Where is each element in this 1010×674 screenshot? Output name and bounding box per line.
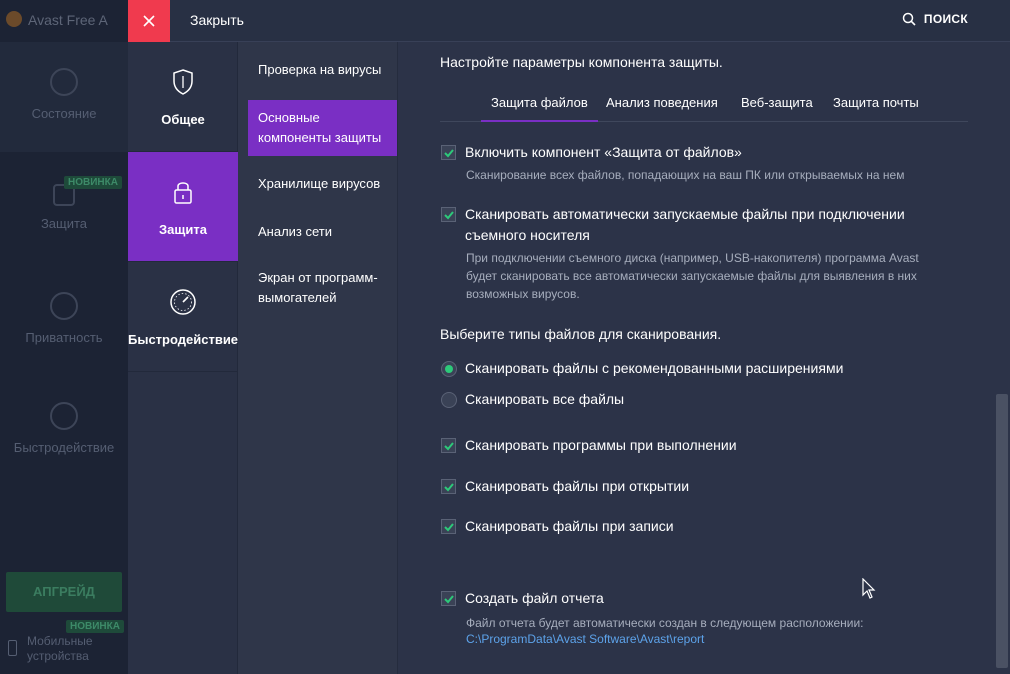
shield-tabs: Защита файлов Анализ поведения Веб-защит… bbox=[440, 86, 968, 122]
scan-autorun-checkbox[interactable] bbox=[441, 207, 456, 222]
search-label: ПОИСК bbox=[923, 12, 968, 26]
background-app-title: Avast Free A bbox=[28, 12, 108, 28]
background-sidebar: Avast Free A Состояние НОВИНКА Защита Пр… bbox=[0, 0, 128, 674]
mobile-new-badge: НОВИНКА bbox=[66, 620, 124, 633]
file-types-title: Выберите типы файлов для сканирования. bbox=[440, 326, 722, 342]
close-button[interactable] bbox=[128, 0, 170, 42]
subnav-virus-chest[interactable]: Хранилище вирусов bbox=[248, 174, 390, 194]
subnav-ransomware-shield[interactable]: Экран от программ- вымогателей bbox=[248, 268, 388, 308]
mouse-cursor-icon bbox=[862, 578, 876, 599]
scan-all-files-radio[interactable] bbox=[441, 392, 457, 408]
tab-behavior-shield[interactable]: Анализ поведения bbox=[606, 95, 718, 110]
category-general[interactable]: Общее bbox=[128, 42, 238, 152]
scan-recommended-label[interactable]: Сканировать файлы с рекомендованными рас… bbox=[465, 358, 843, 379]
panel-heading: Настройте параметры компонента защиты. bbox=[440, 54, 723, 70]
lock-icon bbox=[128, 178, 238, 209]
close-icon bbox=[143, 15, 155, 27]
enable-file-shield-desc: Сканирование всех файлов, попадающих на … bbox=[466, 168, 905, 182]
check-icon bbox=[444, 483, 454, 492]
create-report-desc: Файл отчета будет автоматически создан в… bbox=[466, 616, 864, 630]
subnav-network-inspector[interactable]: Анализ сети bbox=[248, 222, 342, 242]
settings-main-panel: Настройте параметры компонента защиты. З… bbox=[398, 42, 998, 674]
avast-logo-icon bbox=[6, 11, 22, 27]
category-performance[interactable]: Быстродействие bbox=[128, 262, 238, 372]
search-button[interactable]: ПОИСК bbox=[902, 12, 968, 26]
scan-autorun-label[interactable]: Сканировать автоматически запускаемые фа… bbox=[465, 204, 905, 246]
new-badge: НОВИНКА bbox=[64, 176, 122, 189]
check-icon bbox=[444, 523, 454, 532]
tab-mail-shield[interactable]: Защита почты bbox=[833, 95, 919, 110]
tab-file-shield[interactable]: Защита файлов bbox=[481, 95, 598, 122]
scan-recommended-radio[interactable] bbox=[441, 361, 457, 377]
fingerprint-icon bbox=[50, 292, 78, 320]
settings-subnav-column: Проверка на вирусы Основные компоненты з… bbox=[238, 42, 398, 674]
check-circle-icon bbox=[50, 68, 78, 96]
check-icon bbox=[444, 595, 454, 604]
scan-on-write-checkbox[interactable] bbox=[441, 519, 456, 534]
upgrade-button: АПГРЕЙД bbox=[6, 572, 122, 612]
subnav-core-shields[interactable]: Основные компоненты защиты bbox=[248, 100, 397, 156]
enable-file-shield-label[interactable]: Включить компонент «Защита от файлов» bbox=[465, 142, 742, 163]
scrollbar-thumb[interactable] bbox=[996, 394, 1008, 668]
report-path-link[interactable]: C:\ProgramData\Avast Software\Avast\repo… bbox=[466, 632, 704, 646]
check-icon bbox=[444, 442, 454, 451]
scan-on-open-checkbox[interactable] bbox=[441, 479, 456, 494]
settings-category-column: Общее Защита Быстродействие bbox=[128, 42, 238, 674]
check-icon bbox=[444, 149, 454, 158]
create-report-checkbox[interactable] bbox=[441, 591, 456, 606]
bg-sidebar-item-protection: НОВИНКА Защита bbox=[0, 152, 128, 262]
close-label[interactable]: Закрыть bbox=[190, 12, 244, 28]
bg-sidebar-item-status: Состояние bbox=[0, 42, 128, 152]
category-protection[interactable]: Защита bbox=[128, 152, 238, 262]
bg-sidebar-item-privacy: Приватность bbox=[0, 262, 128, 372]
search-icon bbox=[902, 12, 916, 26]
scan-on-open-label[interactable]: Сканировать файлы при открытии bbox=[465, 476, 689, 497]
scan-on-write-label[interactable]: Сканировать файлы при записи bbox=[465, 516, 674, 537]
scan-autorun-desc: При подключении съемного диска (например… bbox=[466, 251, 919, 301]
scrollbar-track[interactable] bbox=[996, 42, 1010, 674]
speedometer-icon bbox=[128, 288, 238, 319]
scan-all-files-label[interactable]: Сканировать все файлы bbox=[465, 389, 624, 410]
settings-topbar: Закрыть ПОИСК bbox=[128, 0, 1010, 42]
tab-web-shield[interactable]: Веб-защита bbox=[741, 95, 813, 110]
subnav-virus-scans[interactable]: Проверка на вирусы bbox=[248, 60, 391, 80]
create-report-label[interactable]: Создать файл отчета bbox=[465, 588, 604, 609]
enable-file-shield-checkbox[interactable] bbox=[441, 145, 456, 160]
speedometer-icon bbox=[50, 402, 78, 430]
scan-on-execute-checkbox[interactable] bbox=[441, 438, 456, 453]
mobile-devices-item: Мобильные устройства bbox=[8, 634, 93, 664]
check-icon bbox=[444, 211, 454, 220]
scan-on-execute-label[interactable]: Сканировать программы при выполнении bbox=[465, 435, 737, 456]
bg-sidebar-item-performance: Быстродействие bbox=[0, 372, 128, 482]
shield-icon bbox=[128, 68, 238, 99]
phone-icon bbox=[8, 640, 17, 656]
